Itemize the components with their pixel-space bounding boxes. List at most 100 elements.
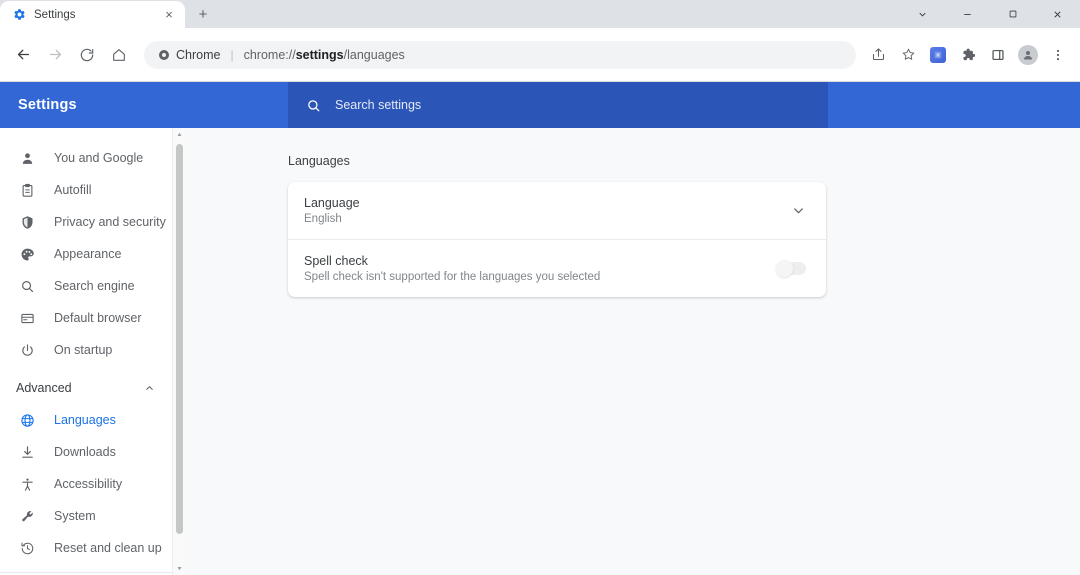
scroll-down-arrow-icon[interactable] [173, 562, 185, 575]
omnibox-url: chrome://settings/languages [244, 48, 405, 62]
sidebar-divider [0, 572, 173, 573]
scroll-up-arrow-icon[interactable] [173, 128, 185, 141]
sidebar-item-privacy-and-security[interactable]: Privacy and security [0, 206, 173, 238]
spell-check-toggle[interactable] [776, 260, 806, 277]
chrome-chip-label: Chrome [176, 47, 221, 62]
clipboard-icon [18, 181, 36, 199]
more-vertical-icon[interactable] [1044, 41, 1072, 69]
languages-card: Language English Spell check Spell check… [288, 182, 826, 297]
address-bar[interactable]: Chrome | chrome://settings/languages [144, 40, 856, 69]
browser-window-icon [18, 309, 36, 327]
browser-toolbar: Chrome | chrome://settings/languages [0, 28, 1080, 82]
share-icon[interactable] [864, 41, 892, 69]
row-spell-check[interactable]: Spell check Spell check isn't supported … [288, 239, 826, 297]
sidebar-item-label: Reset and clean up [54, 541, 162, 555]
download-icon [18, 443, 36, 461]
search-icon [306, 98, 321, 113]
person-icon [18, 149, 36, 167]
new-tab-button[interactable]: + [189, 0, 217, 28]
history-clock-icon [18, 539, 36, 557]
close-window-icon[interactable] [1035, 0, 1080, 28]
sidebar-item-you-and-google[interactable]: You and Google [0, 142, 173, 174]
sidebar-item-label: Accessibility [54, 477, 123, 491]
sidebar-item-label: System [54, 509, 96, 523]
sidebar-group-label: Advanced [16, 381, 72, 395]
settings-gear-icon [12, 8, 26, 22]
close-icon[interactable]: × [161, 7, 177, 23]
extensions-puzzle-icon[interactable] [954, 41, 982, 69]
sidebar-item-label: You and Google [54, 151, 144, 165]
sidebar-scrollbar[interactable] [172, 128, 185, 575]
sidebar-item-label: Search engine [54, 279, 135, 293]
url-bold: settings [295, 47, 344, 62]
palette-icon [18, 245, 36, 263]
toggle-knob [776, 260, 793, 277]
extension-blue-badge [930, 46, 946, 63]
row-subtitle: English [304, 213, 342, 225]
settings-body: You and Google Autofill Privacy and secu… [0, 128, 1080, 575]
row-text: Spell check Spell check isn't supported … [304, 254, 600, 283]
sidebar-item-default-browser[interactable]: Default browser [0, 302, 173, 334]
row-title: Language [304, 196, 360, 210]
sidebar-item-accessibility[interactable]: Accessibility [0, 468, 173, 500]
sidebar-item-autofill[interactable]: Autofill [0, 174, 173, 206]
sidebar-group-advanced[interactable]: Advanced [0, 372, 173, 404]
row-text: Language English [304, 196, 360, 225]
sidebar-item-on-startup[interactable]: On startup [0, 334, 173, 366]
browser-tab-settings[interactable]: Settings × [0, 1, 185, 28]
sidebar-item-search-engine[interactable]: Search engine [0, 270, 173, 302]
power-icon [18, 341, 36, 359]
sidebar-item-system[interactable]: System [0, 500, 173, 532]
avatar-circle [1018, 44, 1038, 65]
omnibox-separator: | [230, 47, 234, 62]
globe-icon [18, 411, 36, 429]
url-suffix: /languages [343, 47, 405, 62]
sidebar-item-label: Default browser [54, 311, 142, 325]
row-title: Spell check [304, 254, 368, 268]
maximize-icon[interactable] [990, 0, 1035, 28]
url-prefix: chrome:// [243, 47, 296, 62]
side-panel-icon[interactable] [984, 41, 1012, 69]
row-subtitle: Spell check isn't supported for the lang… [304, 271, 601, 283]
chrome-globe-icon [159, 49, 169, 60]
back-arrow-icon[interactable] [8, 40, 38, 70]
search-input[interactable]: Search settings [288, 82, 828, 128]
section-title: Languages [288, 154, 350, 168]
tab-strip: Settings × + [0, 0, 1080, 28]
minimize-icon[interactable] [945, 0, 990, 28]
profile-avatar[interactable] [1014, 41, 1042, 69]
tab-title: Settings [34, 8, 76, 21]
sidebar-item-reset-and-clean-up[interactable]: Reset and clean up [0, 532, 173, 564]
page-title: Settings [18, 97, 77, 113]
sidebar-item-label: Privacy and security [54, 215, 166, 229]
wrench-icon [18, 507, 36, 525]
row-language[interactable]: Language English [288, 182, 826, 239]
sidebar-item-label: Appearance [54, 247, 122, 261]
accessibility-icon [18, 475, 36, 493]
sidebar-item-label: On startup [54, 343, 113, 357]
chrome-chip: Chrome [158, 48, 220, 62]
search-icon [18, 277, 36, 295]
sidebar-item-label: Languages [54, 413, 116, 427]
settings-header: Settings Search settings [0, 82, 1080, 128]
chevron-down-icon[interactable] [900, 0, 945, 28]
chevron-up-icon[interactable] [144, 383, 155, 394]
sidebar-item-downloads[interactable]: Downloads [0, 436, 173, 468]
sidebar-item-label: Autofill [54, 183, 92, 197]
forward-arrow-icon[interactable] [40, 40, 70, 70]
home-icon[interactable] [104, 40, 134, 70]
search-placeholder: Search settings [335, 98, 422, 112]
extension-blue-icon[interactable] [924, 41, 952, 69]
window-controls [900, 0, 1080, 28]
settings-sidebar: You and Google Autofill Privacy and secu… [0, 128, 185, 575]
sidebar-item-label: Downloads [54, 445, 116, 459]
toolbar-right-icons [864, 41, 1072, 69]
scrollbar-thumb[interactable] [176, 144, 183, 534]
shield-icon [18, 213, 36, 231]
sidebar-item-appearance[interactable]: Appearance [0, 238, 173, 270]
sidebar-item-languages[interactable]: Languages [0, 404, 173, 436]
chevron-down-icon[interactable] [791, 203, 806, 218]
reload-icon[interactable] [72, 40, 102, 70]
bookmark-star-icon[interactable] [894, 41, 922, 69]
settings-content: Languages Language English Spell check S… [185, 128, 1080, 575]
